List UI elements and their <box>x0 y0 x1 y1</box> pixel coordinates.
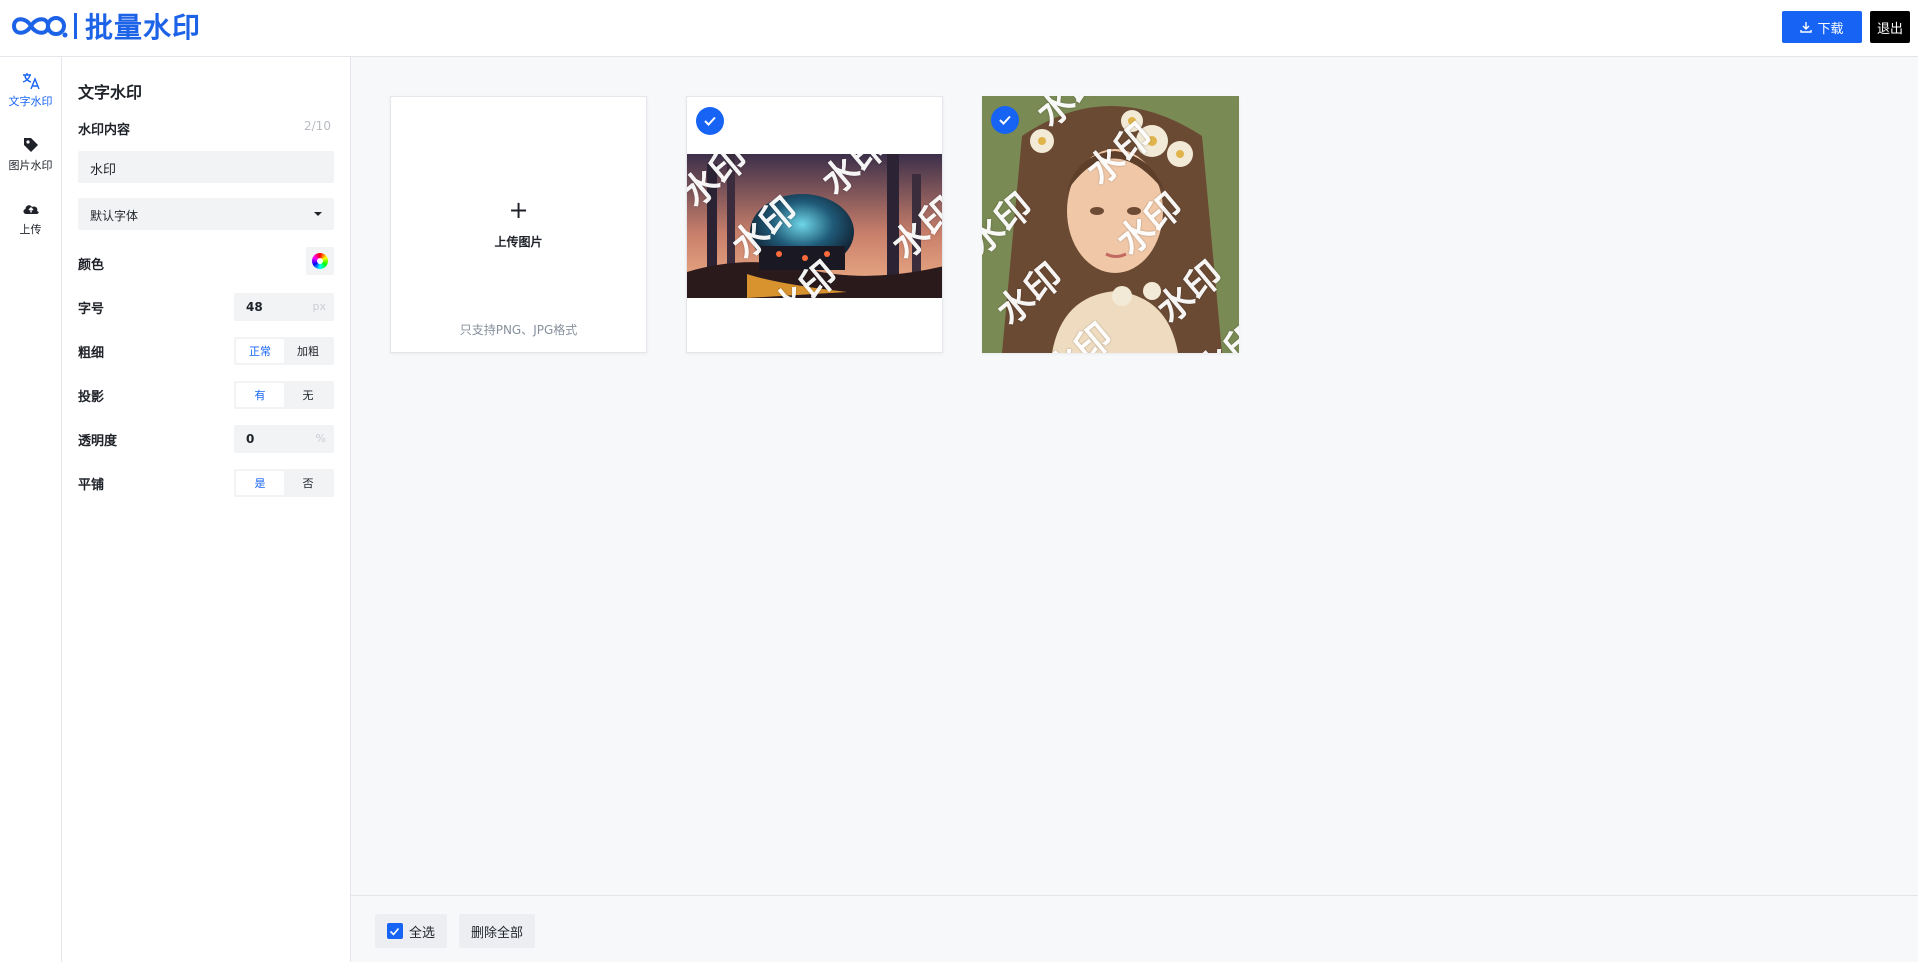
tile-option-yes[interactable]: 是 <box>236 471 284 495</box>
selected-check-icon[interactable] <box>696 107 724 135</box>
infinity-logo-icon <box>11 16 68 38</box>
rail-item-label: 文字水印 <box>8 95 53 108</box>
rail-item-label: 上传 <box>19 223 42 236</box>
opacity-unit: % <box>315 432 326 445</box>
shadow-toggle: 有 无 <box>234 381 334 409</box>
image-gallery: + 上传图片 只支持PNG、JPG格式 水印 水印 水印 水印 水印 水印 水印… <box>351 57 1918 895</box>
color-wheel-icon <box>312 253 328 269</box>
left-rail: 文字水印 图片水印 上传 <box>0 57 62 962</box>
download-label: 下载 <box>1817 21 1844 37</box>
plus-icon: + <box>508 196 529 224</box>
shadow-label: 投影 <box>78 390 105 405</box>
rail-item-image-watermark[interactable]: 图片水印 <box>0 135 61 173</box>
weight-toggle: 正常 加粗 <box>234 337 334 365</box>
opacity-input[interactable]: 0 % <box>234 425 334 453</box>
tile-toggle: 是 否 <box>234 469 334 497</box>
panel-title: 文字水印 <box>78 83 143 102</box>
font-select[interactable]: 默认字体 <box>78 198 334 230</box>
rail-item-label: 图片水印 <box>8 159 53 172</box>
download-button[interactable]: 下载 <box>1782 11 1862 43</box>
image-thumbnail-scifi: 水印 水印 水印 水印 水印 <box>687 154 942 298</box>
image-thumbnail-portrait: 水印 水印 水印 水印 水印 水印 水印 水印 <box>982 96 1239 353</box>
weight-label: 粗细 <box>78 346 105 361</box>
delete-all-button[interactable]: 删除全部 <box>459 914 535 948</box>
upload-card[interactable]: + 上传图片 只支持PNG、JPG格式 <box>390 96 647 353</box>
color-picker-button[interactable] <box>306 247 334 275</box>
font-size-label: 字号 <box>78 302 105 317</box>
shadow-option-yes[interactable]: 有 <box>236 383 284 407</box>
weight-option-bold[interactable]: 加粗 <box>284 339 332 363</box>
shadow-option-no[interactable]: 无 <box>284 383 332 407</box>
upload-hint: 只支持PNG、JPG格式 <box>459 323 578 337</box>
download-icon <box>1800 22 1813 33</box>
bottom-toolbar: 全选 删除全部 <box>351 895 1918 962</box>
caret-down-icon <box>314 212 322 216</box>
font-select-value: 默认字体 <box>90 209 139 223</box>
rail-item-text-watermark[interactable]: 文字水印 <box>0 71 61 109</box>
tile-option-no[interactable]: 否 <box>284 471 332 495</box>
font-size-input[interactable]: 48 px <box>234 293 334 321</box>
font-size-value: 48 <box>246 300 263 314</box>
app-header: 批量水印 下载 退出 <box>0 0 1918 57</box>
logo-separator <box>74 13 77 39</box>
settings-panel: 文字水印 水印内容 2/10 水印 默认字体 颜色 字号 48 px 粗细 正常… <box>62 57 351 962</box>
logout-button[interactable]: 退出 <box>1870 11 1910 43</box>
select-all-label: 全选 <box>408 925 435 941</box>
selected-check-icon[interactable] <box>991 106 1019 134</box>
upload-label: 上传图片 <box>494 235 543 249</box>
checkbox-checked-icon <box>386 923 403 939</box>
watermark-text-input[interactable]: 水印 <box>78 151 334 183</box>
opacity-label: 透明度 <box>78 434 118 449</box>
image-card[interactable]: 水印 水印 水印 水印 水印 <box>686 96 943 353</box>
font-size-unit: px <box>312 300 327 313</box>
image-card[interactable]: 水印 水印 水印 水印 水印 水印 水印 水印 <box>982 96 1239 353</box>
weight-option-normal[interactable]: 正常 <box>236 339 284 363</box>
content-counter: 2/10 <box>304 119 331 133</box>
cloud-upload-icon <box>22 205 39 214</box>
translate-icon <box>22 73 40 90</box>
tile-label: 平铺 <box>78 478 105 493</box>
select-all-checkbox[interactable]: 全选 <box>375 914 447 948</box>
color-label: 颜色 <box>78 258 105 273</box>
rail-item-upload[interactable]: 上传 <box>0 199 61 237</box>
app-logo: 批量水印 <box>10 10 201 44</box>
tag-icon <box>23 138 38 152</box>
content-label: 水印内容 <box>78 123 131 138</box>
opacity-value: 0 <box>246 432 255 446</box>
brand-name: 批量水印 <box>85 11 202 44</box>
